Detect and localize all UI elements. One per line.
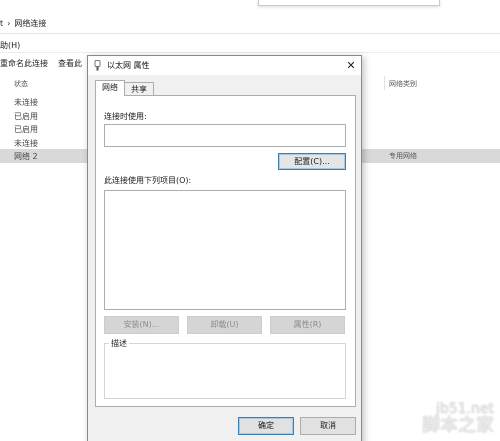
connection-status: 已启用 [14,111,38,121]
connection-category: 专用网络 [389,152,417,160]
properties-button[interactable]: 属性(R) [270,316,345,334]
configure-button[interactable]: 配置(C)... [278,153,346,170]
address-divider [0,33,500,34]
watermark-name: 脚本之家 [422,415,494,436]
toolbar: 重命名此连接 查看此 [0,58,92,72]
watermark: jb51.net 脚本之家 [380,396,500,441]
column-header-category[interactable]: 网络类别 [389,79,417,89]
dialog-titlebar[interactable]: 以太网 属性 ✕ [88,56,361,75]
breadcrumb-network-connections[interactable]: 网络连接 [14,19,46,28]
tab-network[interactable]: 网络 [95,80,125,96]
connection-status: 未连接 [14,138,38,148]
column-header-status[interactable]: 状态 [14,79,28,89]
cancel-button[interactable]: 取消 [300,417,356,435]
adapter-field [104,124,346,147]
close-icon: ✕ [346,59,356,72]
breadcrumb-separator: › [7,19,11,28]
column-separator[interactable] [384,76,385,90]
connect-using-label: 连接时使用: [104,112,147,121]
description-group: 描述 [104,338,346,399]
description-label: 描述 [109,338,129,349]
items-label: 此连接使用下列项目(O): [104,176,192,185]
background-window-edge [258,0,440,6]
network-tab-panel: 连接时使用: 配置(C)... 此连接使用下列项目(O): 安装(N)... 卸… [95,95,356,407]
connection-status: 网络 2 [14,152,38,161]
install-button[interactable]: 安装(N)... [104,316,179,334]
connection-items-list[interactable] [104,190,346,310]
close-button[interactable]: ✕ [341,56,361,75]
ok-button[interactable]: 确定 [238,417,294,435]
network-adapter-icon [94,60,101,71]
dialog-title: 以太网 属性 [107,61,150,70]
tab-sharing[interactable]: 共享 [124,82,154,96]
breadcrumb: t › 网络连接 [0,18,50,32]
view-status-button[interactable]: 查看此 [58,58,82,69]
rename-connection-button[interactable]: 重命名此连接 [0,58,48,69]
breadcrumb-prefix: t [0,19,4,28]
ethernet-properties-dialog: 以太网 属性 ✕ 网络 共享 连接时使用: 配置(C)... 此连接使用下列项目… [87,55,362,441]
connection-status: 未连接 [14,98,38,107]
uninstall-button[interactable]: 卸载(U) [187,316,262,334]
connection-status: 已启用 [14,125,38,134]
menu-help[interactable]: 助(H) [0,40,20,51]
menu-divider [0,52,500,53]
